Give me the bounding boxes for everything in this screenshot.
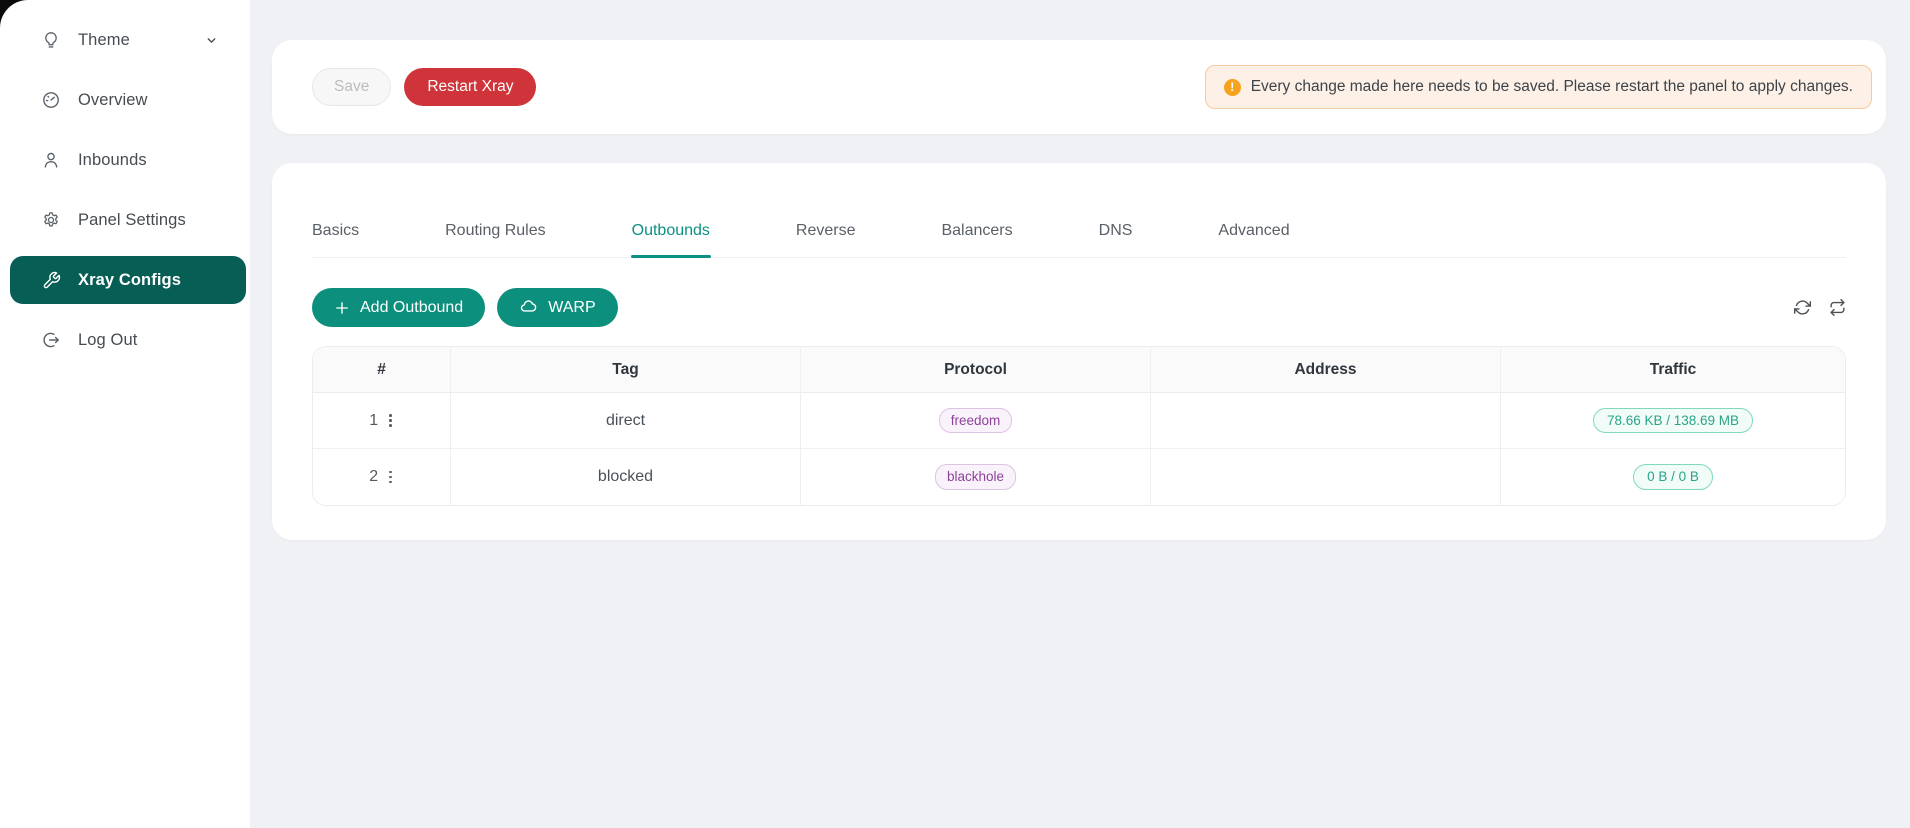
address-cell <box>1151 449 1501 505</box>
sidebar-item-label: Panel Settings <box>78 211 186 230</box>
col-header-index: # <box>313 347 451 393</box>
traffic-badge: 0 B / 0 B <box>1633 464 1713 490</box>
add-outbound-button[interactable]: Add Outbound <box>312 288 485 327</box>
traffic-badge: 78.66 KB / 138.69 MB <box>1593 408 1753 434</box>
tab-routing-rules[interactable]: Routing Rules <box>445 219 546 243</box>
table-row: 1 direct freedom 78.66 KB / 138.69 MB <box>313 393 1845 449</box>
xray-config-card: Basics Routing Rules Outbounds Reverse B… <box>272 163 1886 540</box>
user-icon <box>41 150 61 170</box>
save-button[interactable]: Save <box>312 68 391 106</box>
tab-dns[interactable]: DNS <box>1099 219 1133 243</box>
alert-text: Every change made here needs to be saved… <box>1251 78 1853 96</box>
restart-warning-alert: ! Every change made here needs to be sav… <box>1205 65 1872 109</box>
logout-icon <box>41 330 61 350</box>
outbound-actions-row: Add Outbound WARP <box>312 288 1846 327</box>
gear-icon <box>41 210 61 230</box>
row-number: 2 <box>369 468 378 486</box>
col-header-tag: Tag <box>451 347 801 393</box>
sidebar-item-panel-settings[interactable]: Panel Settings <box>10 196 246 244</box>
warp-button[interactable]: WARP <box>497 288 617 327</box>
repeat-icon[interactable] <box>1829 299 1846 316</box>
outbounds-table: # Tag Protocol Address Traffic 1 direct <box>312 346 1846 506</box>
sidebar-item-theme[interactable]: Theme <box>10 16 246 64</box>
warning-icon: ! <box>1224 79 1241 96</box>
config-tabs: Basics Routing Rules Outbounds Reverse B… <box>312 163 1846 258</box>
table-tools <box>1794 299 1846 316</box>
cloud-icon <box>519 298 538 317</box>
refresh-icon[interactable] <box>1794 299 1811 316</box>
table-row: 2 blocked blackhole 0 B / 0 B <box>313 449 1845 505</box>
tag-cell: blocked <box>451 449 801 505</box>
sidebar-item-xray-configs[interactable]: Xray Configs <box>10 256 246 304</box>
chevron-down-icon <box>205 34 218 47</box>
row-menu-dots-icon[interactable] <box>387 469 394 486</box>
col-header-traffic: Traffic <box>1501 347 1845 393</box>
tab-balancers[interactable]: Balancers <box>941 219 1012 243</box>
bulb-icon <box>41 30 61 50</box>
row-number: 1 <box>369 412 378 430</box>
warp-label: WARP <box>548 299 595 317</box>
plus-icon <box>334 300 350 316</box>
tab-basics[interactable]: Basics <box>312 219 359 243</box>
toolbar-card: Save Restart Xray ! Every change made he… <box>272 40 1886 134</box>
sidebar-item-log-out[interactable]: Log Out <box>10 316 246 364</box>
restart-xray-button[interactable]: Restart Xray <box>404 68 536 106</box>
sidebar-item-label: Log Out <box>78 331 137 350</box>
sidebar: Theme Overview Inbounds <box>0 0 250 828</box>
row-menu-dots-icon[interactable] <box>387 412 394 429</box>
sidebar-item-inbounds[interactable]: Inbounds <box>10 136 246 184</box>
col-header-address: Address <box>1151 347 1501 393</box>
add-outbound-label: Add Outbound <box>360 299 463 317</box>
tab-reverse[interactable]: Reverse <box>796 219 856 243</box>
sidebar-item-label: Xray Configs <box>78 271 181 290</box>
wrench-icon <box>41 270 61 290</box>
protocol-badge: blackhole <box>935 464 1016 490</box>
tag-cell: direct <box>451 393 801 449</box>
sidebar-item-label: Theme <box>78 31 130 50</box>
tab-outbounds[interactable]: Outbounds <box>632 219 710 243</box>
main-content: Save Restart Xray ! Every change made he… <box>250 0 1910 828</box>
sidebar-item-label: Inbounds <box>78 151 147 170</box>
sidebar-item-overview[interactable]: Overview <box>10 76 246 124</box>
col-header-protocol: Protocol <box>801 347 1151 393</box>
sidebar-item-label: Overview <box>78 91 148 110</box>
dashboard-icon <box>41 90 61 110</box>
address-cell <box>1151 393 1501 449</box>
table-header-row: # Tag Protocol Address Traffic <box>313 347 1845 393</box>
toolbar-buttons: Save Restart Xray <box>312 68 536 106</box>
tab-advanced[interactable]: Advanced <box>1218 219 1289 243</box>
protocol-badge: freedom <box>939 408 1013 434</box>
